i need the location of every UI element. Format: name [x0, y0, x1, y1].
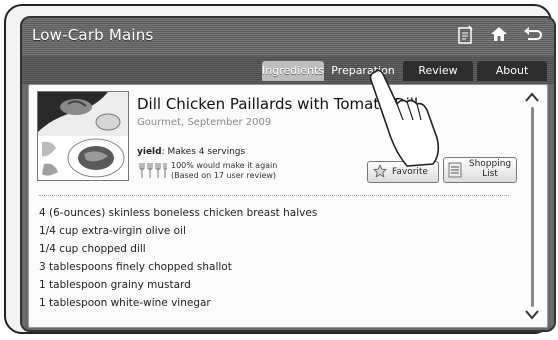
rating-count: (Based on 17 user review): [171, 171, 277, 180]
shopping-list-label: Shopping List: [466, 159, 514, 179]
ingredient-item: 1/4 cup extra-virgin olive oil: [39, 225, 186, 237]
ingredient-item: 1/4 cup chopped dill: [39, 243, 146, 255]
rating-forks-icon: [137, 161, 169, 179]
ingredient-item: 3 tablespoons finely chopped shallot: [39, 261, 232, 273]
yield-info: yield: Makes 4 servings: [137, 147, 245, 157]
tab-about[interactable]: About: [477, 61, 547, 81]
recipe-content: Dill Chicken Paillards with Tomato-Dill …: [28, 84, 548, 328]
tab-ingredients[interactable]: Ingredients: [262, 61, 324, 81]
tab-bar: Ingredients Preparation Review About: [22, 56, 554, 84]
ingredient-item: 1 tablespoon grainy mustard: [39, 279, 191, 291]
pointing-hand-icon: [367, 68, 447, 168]
document-icon[interactable]: [454, 25, 476, 47]
back-icon[interactable]: [522, 25, 544, 47]
app-title: Low-Carb Mains: [32, 26, 154, 44]
shopping-label-line1: Shopping: [468, 159, 512, 169]
scroll-down-icon[interactable]: [523, 309, 541, 323]
title-bar: Low-Carb Mains: [22, 18, 554, 56]
recipe-photo: [37, 91, 129, 181]
ingredient-item: 4 (6-ounces) skinless boneless chicken b…: [39, 207, 318, 219]
rating-percent: 100% would make it again: [171, 161, 278, 170]
device-frame: Low-Carb Mains Ingredients Preparation R…: [4, 4, 556, 334]
scroll-up-icon[interactable]: [523, 91, 541, 105]
home-icon[interactable]: [488, 25, 510, 47]
yield-label: yield: [137, 147, 162, 157]
shopping-list-button[interactable]: Shopping List: [443, 157, 517, 183]
scrollbar[interactable]: [531, 107, 534, 307]
shopping-label-line2: List: [482, 169, 498, 179]
list-icon: [448, 162, 462, 181]
favorite-label: Favorite: [392, 167, 428, 177]
screen: Low-Carb Mains Ingredients Preparation R…: [20, 16, 556, 332]
yield-value: : Makes 4 servings: [161, 147, 246, 157]
section-divider: [39, 195, 509, 196]
ingredient-item: 1 tablespoon white-wine vinegar: [39, 297, 211, 309]
recipe-source: Gourmet, September 2009: [137, 117, 272, 128]
